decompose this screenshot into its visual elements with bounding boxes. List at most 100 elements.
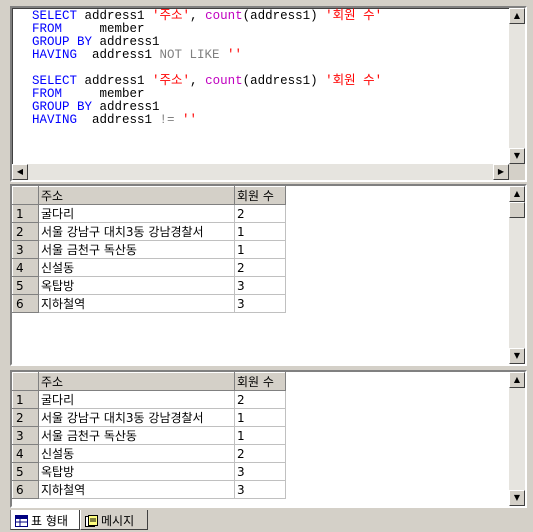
tab-messages[interactable]: 메시지 xyxy=(80,510,148,530)
row-number[interactable]: 3 xyxy=(12,426,39,445)
row-number[interactable]: 2 xyxy=(12,408,39,427)
arrow-down-icon[interactable]: ▼ xyxy=(509,490,525,506)
arrow-left-icon[interactable]: ◀ xyxy=(12,164,28,180)
arrow-down-icon[interactable]: ▼ xyxy=(509,148,525,164)
keyword-group-by: GROUP BY xyxy=(32,100,93,114)
cell-address[interactable]: 옥탑방 xyxy=(38,462,235,481)
cell-address[interactable]: 서울 금천구 독산동 xyxy=(38,426,235,445)
table-row[interactable]: 6 지하철역 3 xyxy=(12,294,286,313)
sql-token: , xyxy=(190,74,206,88)
row-number[interactable]: 2 xyxy=(12,222,39,241)
sql-line-6: SELECT address1 '주소', count(address1) '회… xyxy=(32,74,382,88)
cell-address[interactable]: 신설동 xyxy=(38,444,235,463)
cell-count[interactable]: 3 xyxy=(234,294,286,313)
cell-count[interactable]: 2 xyxy=(234,204,286,223)
row-number[interactable]: 1 xyxy=(12,204,39,223)
sql-token: address1 xyxy=(92,35,160,49)
row-number[interactable]: 6 xyxy=(12,294,39,313)
sql-token: address1 xyxy=(77,9,153,23)
column-header-address[interactable]: 주소 xyxy=(38,186,235,205)
column-header-count[interactable]: 회원 수 xyxy=(234,372,286,391)
arrow-right-icon[interactable]: ▶ xyxy=(493,164,509,180)
scroll-corner xyxy=(509,164,525,180)
table-row[interactable]: 1 굴다리 2 xyxy=(12,204,286,223)
string-literal: '주소' xyxy=(152,9,191,23)
keyword-from: FROM xyxy=(32,87,63,101)
table-row[interactable]: 2 서울 강남구 대치3동 강남경찰서 1 xyxy=(12,408,286,427)
table-row[interactable]: 3 서울 금천구 독산동 1 xyxy=(12,426,286,445)
arrow-up-icon[interactable]: ▲ xyxy=(509,8,525,24)
results-grid-2[interactable]: 주소 회원 수 1 굴다리 2 2 서울 강남구 대치3동 강남경찰서 1 3 서울 금천… xyxy=(10,370,527,508)
table-row[interactable]: 6 지하철역 3 xyxy=(12,480,286,499)
editor-horizontal-scrollbar[interactable]: ◀ ▶ xyxy=(12,164,509,180)
cell-address[interactable]: 굴다리 xyxy=(38,390,235,409)
cell-count[interactable]: 2 xyxy=(234,444,286,463)
cell-address[interactable]: 서울 강남구 대치3동 강남경찰서 xyxy=(38,222,235,241)
cell-count[interactable]: 3 xyxy=(234,462,286,481)
results-tabs: 표 형태 메시지 xyxy=(0,510,533,532)
sql-line-9: HAVING address1 != '' xyxy=(32,113,197,127)
row-number[interactable]: 1 xyxy=(12,390,39,409)
scroll-thumb[interactable] xyxy=(509,202,525,218)
sql-token: address1 xyxy=(77,74,153,88)
cell-count[interactable]: 1 xyxy=(234,240,286,259)
cell-address[interactable]: 굴다리 xyxy=(38,204,235,223)
arrow-down-icon[interactable]: ▼ xyxy=(509,348,525,364)
cell-address[interactable]: 지하철역 xyxy=(38,480,235,499)
cell-address[interactable]: 옥탑방 xyxy=(38,276,235,295)
tab-grid-label: 표 형태 xyxy=(31,514,68,528)
editor-vertical-scrollbar[interactable]: ▲ ▼ xyxy=(509,8,525,164)
header-row: 주소 회원 수 xyxy=(12,186,286,205)
table-row[interactable]: 3 서울 금천구 독산동 1 xyxy=(12,240,286,259)
row-number[interactable]: 5 xyxy=(12,462,39,481)
arrow-up-icon[interactable]: ▲ xyxy=(509,372,525,388)
row-number[interactable]: 6 xyxy=(12,480,39,499)
results-grid-1[interactable]: 주소 회원 수 1 굴다리 2 2 서울 강남구 대치3동 강남경찰서 1 3 서울 금천… xyxy=(10,184,527,366)
cell-count[interactable]: 2 xyxy=(234,390,286,409)
sql-line-1: SELECT address1 '주소', count(address1) '회… xyxy=(32,9,382,23)
keyword-having: HAVING xyxy=(32,48,78,62)
table-row[interactable]: 5 옥탑방 3 xyxy=(12,276,286,295)
row-number[interactable]: 3 xyxy=(12,240,39,259)
cell-count[interactable]: 1 xyxy=(234,426,286,445)
cell-count[interactable]: 3 xyxy=(234,276,286,295)
table-row[interactable]: 5 옥탑방 3 xyxy=(12,462,286,481)
string-literal: '' xyxy=(174,113,198,127)
cell-address[interactable]: 서울 금천구 독산동 xyxy=(38,240,235,259)
row-number[interactable]: 5 xyxy=(12,276,39,295)
column-header-address[interactable]: 주소 xyxy=(38,372,235,391)
query-editor[interactable]: SELECT address1 '주소', count(address1) '회… xyxy=(10,6,527,182)
cell-address[interactable]: 서울 강남구 대치3동 강남경찰서 xyxy=(38,408,235,427)
cell-address[interactable]: 지하철역 xyxy=(38,294,235,313)
table-row[interactable]: 2 서울 강남구 대치3동 강남경찰서 1 xyxy=(12,222,286,241)
sql-line-2: FROM member xyxy=(32,22,145,36)
sql-token: address1 xyxy=(92,100,160,114)
sql-text[interactable]: SELECT address1 '주소', count(address1) '회… xyxy=(32,10,382,127)
cell-count[interactable]: 2 xyxy=(234,258,286,277)
string-literal: '회원 수' xyxy=(325,74,383,88)
operator-not-equal: != xyxy=(159,113,175,127)
sql-line-3: GROUP BY address1 xyxy=(32,35,160,49)
row-number[interactable]: 4 xyxy=(12,444,39,463)
sql-token: (address1) xyxy=(242,74,326,88)
keyword-from: FROM xyxy=(32,22,63,36)
grid2-vertical-scrollbar[interactable]: ▲ ▼ xyxy=(509,372,525,506)
cell-count[interactable]: 3 xyxy=(234,480,286,499)
table-row[interactable]: 1 굴다리 2 xyxy=(12,390,286,409)
cell-address[interactable]: 신설동 xyxy=(38,258,235,277)
results-table-1: 주소 회원 수 1 굴다리 2 2 서울 강남구 대치3동 강남경찰서 1 3 서울 금천… xyxy=(12,186,286,313)
arrow-up-icon[interactable]: ▲ xyxy=(509,186,525,202)
string-literal: '회원 수' xyxy=(325,9,383,23)
row-number-header xyxy=(12,372,39,391)
grid1-vertical-scrollbar[interactable]: ▲ ▼ xyxy=(509,186,525,364)
table-row[interactable]: 4 신설동 2 xyxy=(12,444,286,463)
table-row[interactable]: 4 신설동 2 xyxy=(12,258,286,277)
sql-line-8: GROUP BY address1 xyxy=(32,100,160,114)
messages-icon xyxy=(85,514,98,527)
row-number[interactable]: 4 xyxy=(12,258,39,277)
sql-token: member xyxy=(62,87,145,101)
cell-count[interactable]: 1 xyxy=(234,408,286,427)
cell-count[interactable]: 1 xyxy=(234,222,286,241)
column-header-count[interactable]: 회원 수 xyxy=(234,186,286,205)
tab-grid[interactable]: 표 형태 xyxy=(10,510,80,530)
